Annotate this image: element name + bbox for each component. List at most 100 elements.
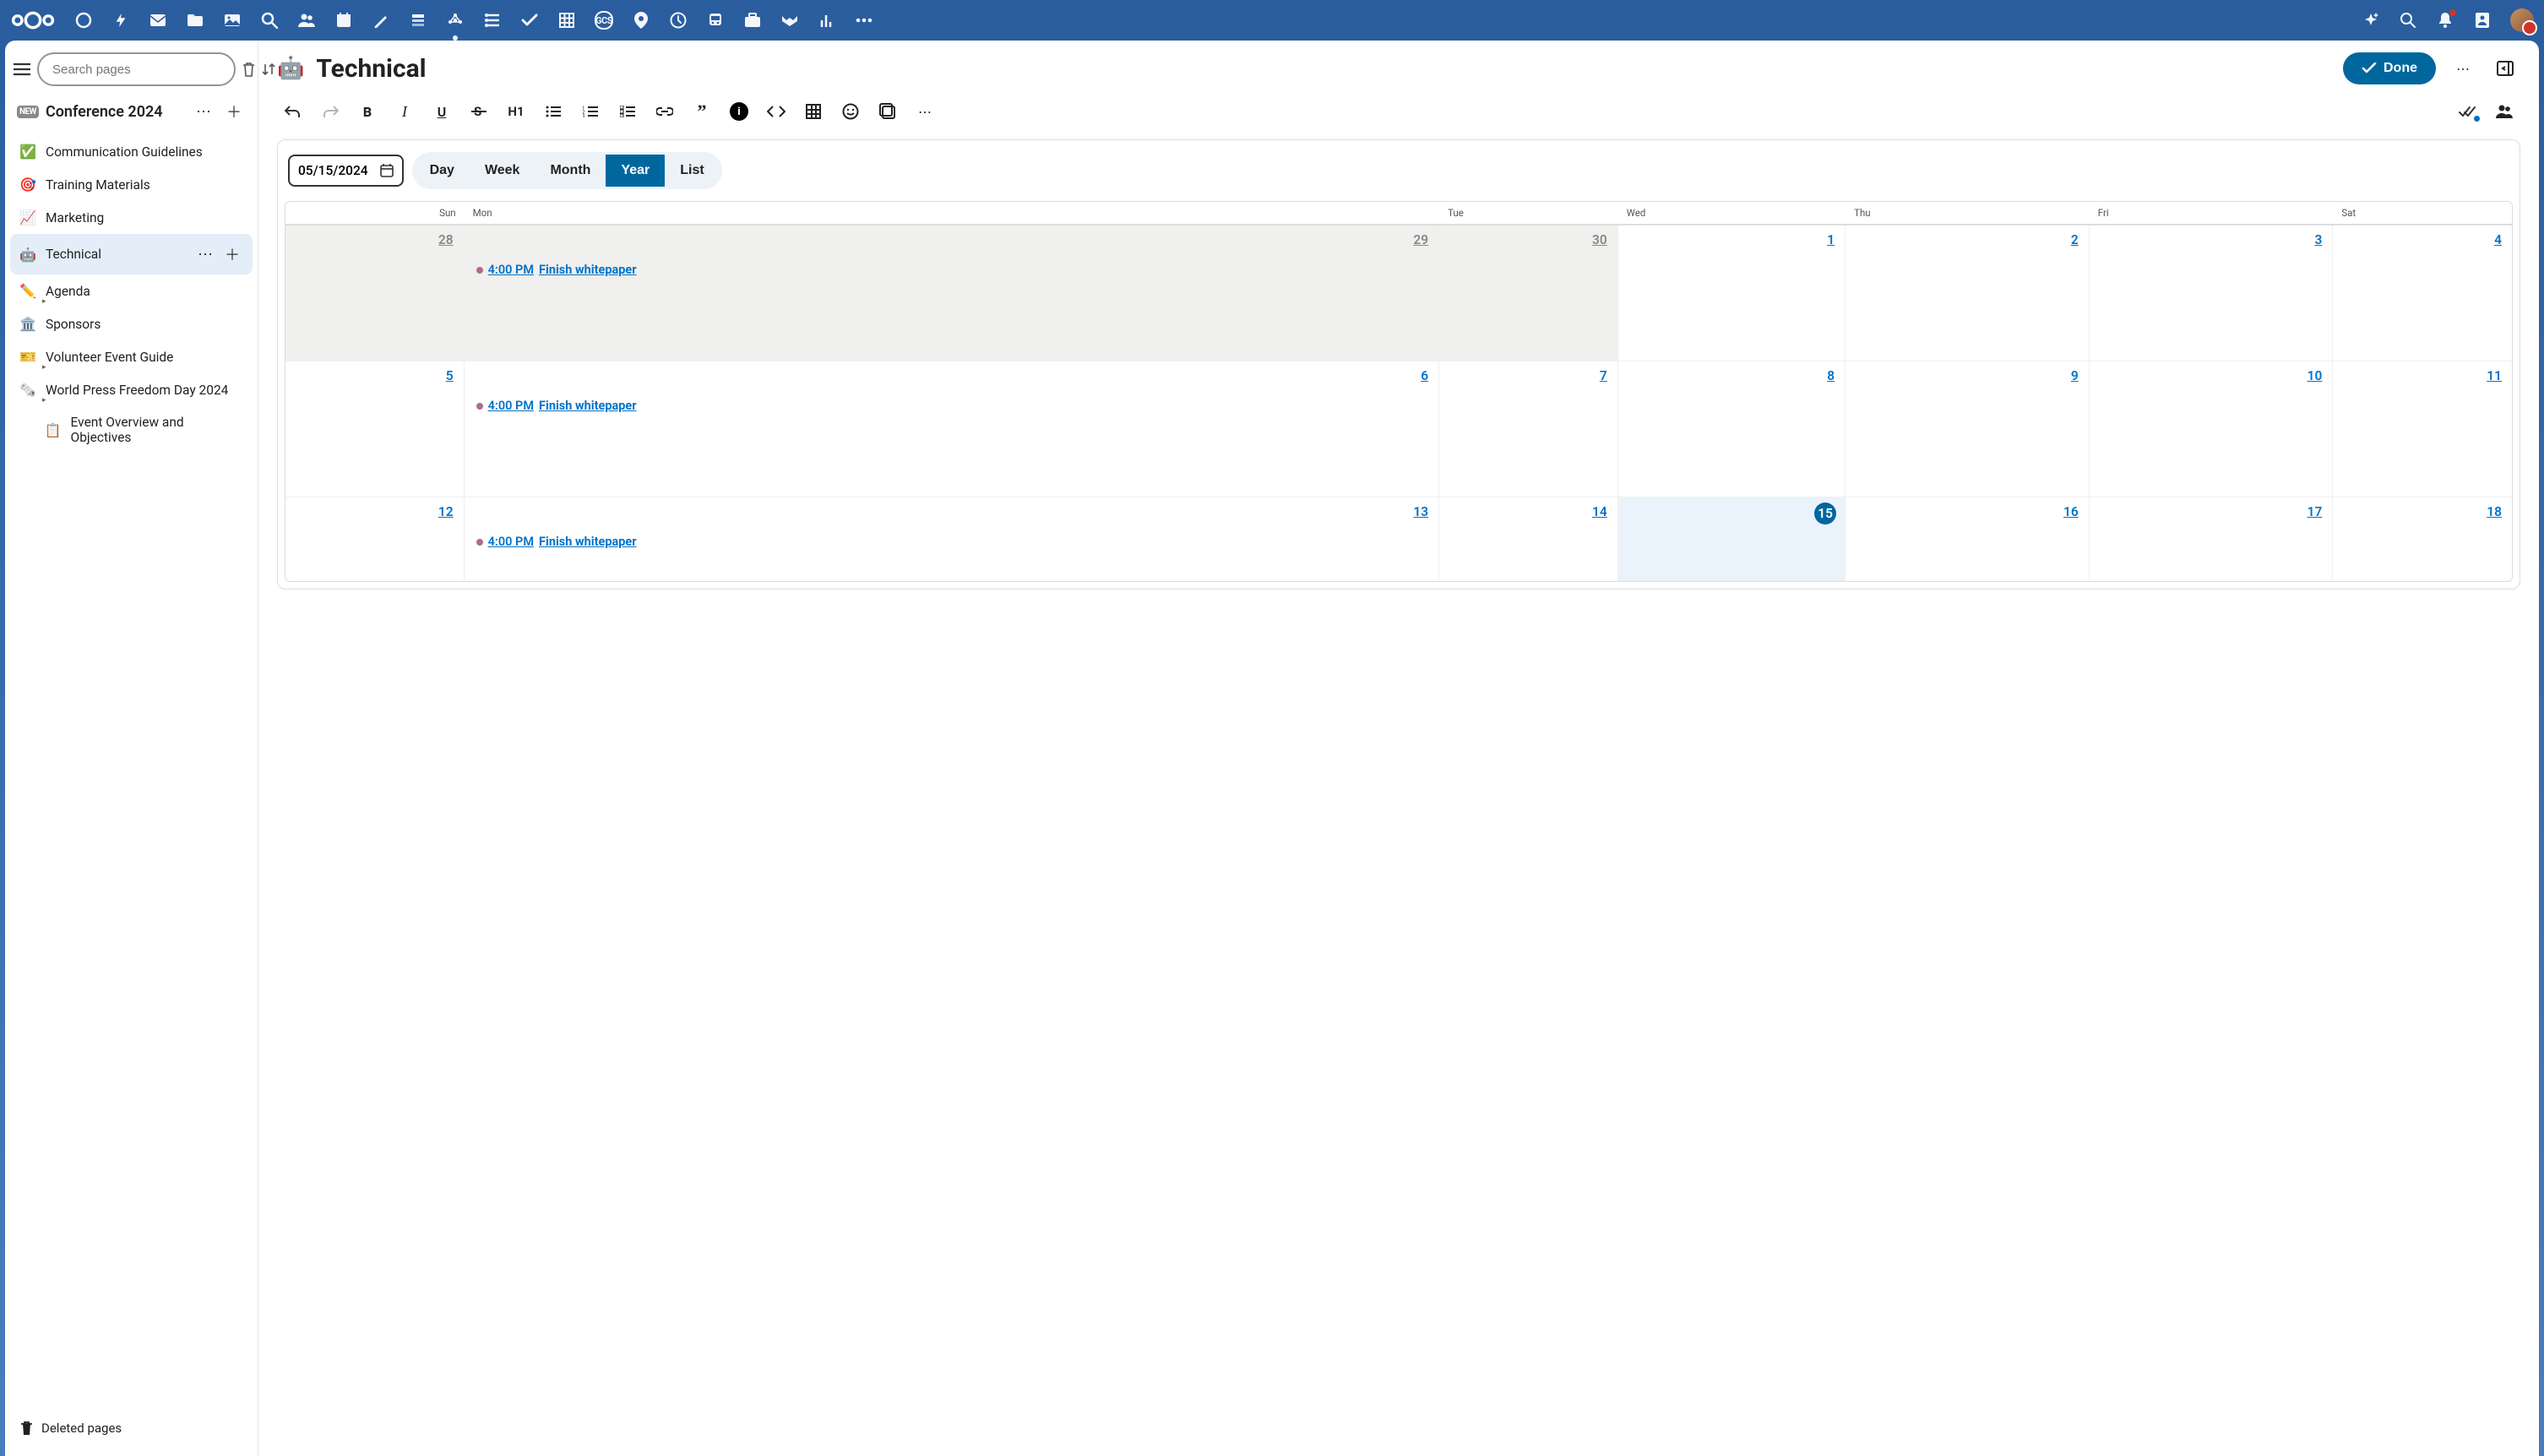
day-number[interactable]: 1 (1827, 232, 1835, 247)
photos-icon[interactable] (223, 11, 242, 30)
tables-icon[interactable] (557, 11, 576, 30)
dashboard-icon[interactable] (74, 11, 93, 30)
event-title[interactable]: Finish whitepaper (539, 535, 637, 549)
handshake-icon[interactable] (780, 11, 799, 30)
day-number[interactable]: 15 (1814, 503, 1836, 524)
day-number[interactable]: 14 (1592, 504, 1607, 519)
day-number[interactable]: 9 (2071, 368, 2079, 383)
files-icon[interactable] (186, 11, 204, 30)
emoji-button[interactable] (833, 96, 868, 127)
calendar-day-cell[interactable]: 11 (2333, 361, 2512, 497)
save-status-icon[interactable] (2449, 96, 2485, 127)
calendar-day-cell[interactable]: 13 4:00 PM Finish whitepaper (465, 497, 1439, 581)
collectives-icon[interactable] (446, 11, 465, 30)
event-time[interactable]: 4:00 PM (488, 535, 534, 549)
view-list[interactable]: List (665, 155, 719, 187)
page-item-add-icon[interactable]: ＋ (220, 242, 244, 266)
analytics-icon[interactable] (818, 11, 836, 30)
calendar-day-cell[interactable]: 14 (1439, 497, 1618, 581)
notifications-icon[interactable] (2436, 11, 2454, 30)
calendar-day-cell[interactable]: 8 (1618, 361, 1845, 497)
expand-caret-icon[interactable]: ▸ (42, 396, 46, 405)
page-menu-icon[interactable]: ⋯ (2448, 53, 2478, 84)
calendar-icon[interactable] (334, 11, 353, 30)
outline-toggle-icon[interactable] (2490, 53, 2520, 84)
sidebar-item[interactable]: 🎫Volunteer Event Guide▸ (10, 340, 253, 373)
expand-caret-icon[interactable]: ▸ (42, 297, 46, 306)
expand-caret-icon[interactable]: ▸ (42, 363, 46, 372)
calendar-day-cell[interactable]: 3 (2090, 225, 2334, 361)
sidebar-item[interactable]: 📋Event Overview and Objectives (10, 406, 253, 454)
deck-icon[interactable] (409, 11, 427, 30)
day-number[interactable]: 18 (2487, 504, 2502, 519)
day-number[interactable]: 12 (438, 504, 454, 519)
sidebar-item[interactable]: 🤖Technical⋯＋ (10, 234, 253, 274)
day-number[interactable]: 13 (1413, 504, 1428, 519)
calendar-event[interactable]: 4:00 PM Finish whitepaper (476, 535, 1427, 549)
calendar-event[interactable]: 4:00 PM Finish whitepaper (476, 399, 1427, 413)
bold-button[interactable]: B (350, 96, 385, 127)
strike-button[interactable]: S (461, 96, 497, 127)
day-number[interactable]: 29 (1413, 232, 1428, 247)
undo-icon[interactable] (275, 96, 311, 127)
calendar-day-cell[interactable]: 5 (285, 361, 465, 497)
event-time[interactable]: 4:00 PM (488, 263, 534, 277)
day-number[interactable]: 6 (1421, 368, 1428, 383)
maps-icon[interactable] (632, 11, 650, 30)
collection-add-icon[interactable]: ＋ (222, 100, 246, 123)
day-number[interactable]: 17 (2308, 504, 2323, 519)
done-button[interactable]: Done (2343, 52, 2436, 84)
view-month[interactable]: Month (535, 155, 606, 187)
day-number[interactable]: 8 (1827, 368, 1835, 383)
toolbar-more-icon[interactable]: ⋯ (907, 96, 943, 127)
collection-menu-icon[interactable]: ⋯ (192, 100, 215, 123)
sidebar-toggle-icon[interactable] (14, 55, 30, 84)
ol-button[interactable]: 123 (573, 96, 608, 127)
deleted-pages-button[interactable]: Deleted pages (10, 1409, 253, 1448)
collection-title[interactable]: Conference 2024 (46, 103, 185, 121)
trash-icon[interactable] (242, 57, 255, 82)
search-app-icon[interactable] (260, 11, 279, 30)
page-title[interactable]: Technical (316, 54, 2331, 84)
day-number[interactable]: 28 (438, 232, 454, 247)
calendar-day-cell[interactable]: 2 (1845, 225, 2090, 361)
calendar-day-cell[interactable]: 30 (1439, 225, 1618, 361)
sidebar-item[interactable]: 📈Marketing (10, 201, 253, 234)
assistant-icon[interactable] (2362, 11, 2380, 30)
briefcase-icon[interactable] (743, 11, 762, 30)
view-week[interactable]: Week (470, 155, 535, 187)
event-title[interactable]: Finish whitepaper (539, 399, 637, 413)
event-time[interactable]: 4:00 PM (488, 399, 534, 413)
calendar-day-cell[interactable]: 7 (1439, 361, 1618, 497)
collaborators-icon[interactable] (2487, 96, 2522, 127)
sidebar-item[interactable]: 🏛️Sponsors (10, 307, 253, 340)
quote-button[interactable]: ” (684, 96, 720, 127)
view-day[interactable]: Day (415, 155, 470, 187)
page-emoji[interactable]: 🤖 (277, 56, 304, 81)
transport-icon[interactable] (706, 11, 725, 30)
link-button[interactable] (647, 96, 682, 127)
calendar-day-cell[interactable]: 28 (285, 225, 465, 361)
attachment-button[interactable] (870, 96, 905, 127)
notes-icon[interactable] (372, 11, 390, 30)
sidebar-item[interactable]: 🗞️World Press Freedom Day 2024▸ (10, 373, 253, 406)
italic-button[interactable]: I (387, 96, 422, 127)
user-avatar[interactable] (2510, 8, 2534, 32)
code-button[interactable] (758, 96, 794, 127)
calendar-day-cell[interactable]: 1 (1618, 225, 1845, 361)
event-title[interactable]: Finish whitepaper (539, 263, 637, 277)
time-icon[interactable] (669, 11, 688, 30)
calendar-day-cell[interactable]: 18 (2333, 497, 2512, 581)
forms-icon[interactable] (483, 11, 502, 30)
nextcloud-logo[interactable] (10, 8, 56, 33)
underline-button[interactable]: U (424, 96, 459, 127)
calendar-day-cell[interactable]: 15 (1618, 497, 1845, 581)
day-number[interactable]: 11 (2487, 368, 2502, 383)
calendar-day-cell[interactable]: 6 4:00 PM Finish whitepaper (465, 361, 1439, 497)
more-apps-icon[interactable] (855, 11, 873, 30)
calendar-day-cell[interactable]: 17 (2090, 497, 2334, 581)
calendar-day-cell[interactable]: 9 (1845, 361, 2090, 497)
view-year[interactable]: Year (606, 155, 665, 187)
day-number[interactable]: 30 (1592, 232, 1607, 247)
unisearch-icon[interactable] (2399, 11, 2417, 30)
